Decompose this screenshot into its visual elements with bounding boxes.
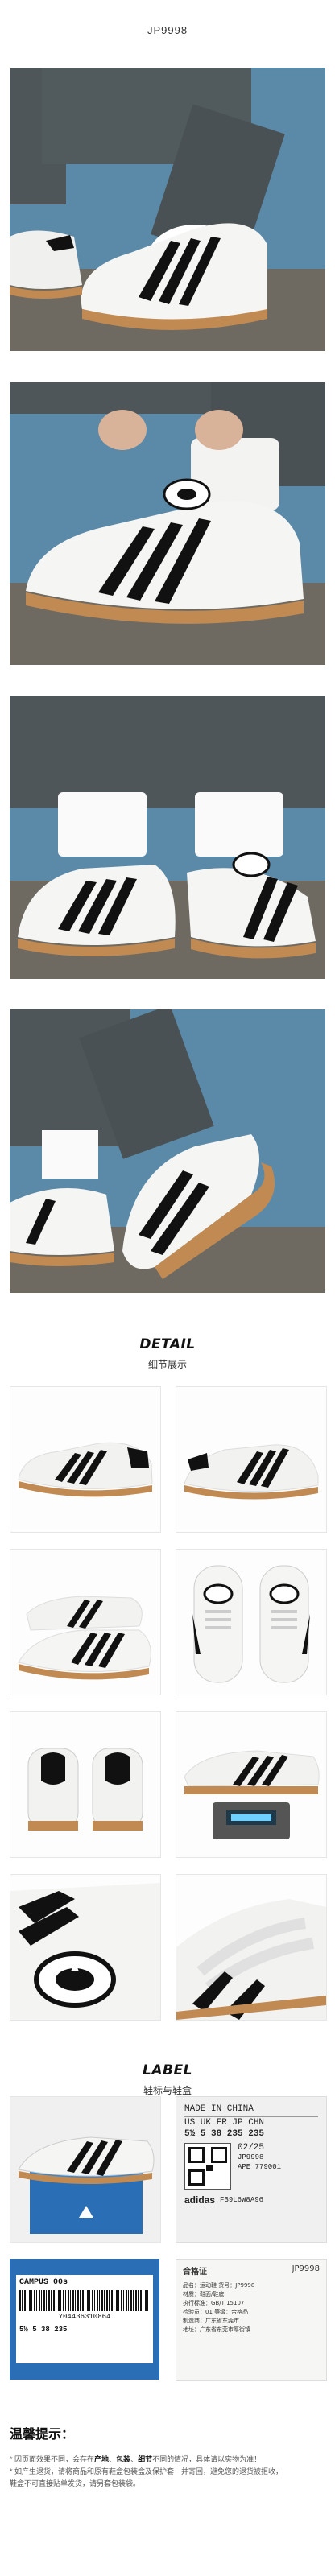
made-in-text: MADE IN CHINA (184, 2104, 254, 2114)
notes-keyword-package: 包装 (116, 2455, 131, 2463)
cert-line: 检验员：01 等级：合格品 (183, 2309, 249, 2315)
adidas-logo-text: adidas (184, 2194, 216, 2206)
detail-photo-scale (176, 1711, 327, 1858)
label-code-1: JP9998 (238, 2153, 264, 2161)
detail-photo-side-right (176, 1386, 327, 1533)
notes-keyword-detail: 细节 (138, 2455, 153, 2463)
detail-photo-side-left (10, 1386, 161, 1533)
detail-photo-top (176, 1549, 327, 1695)
certificate-card: 合格证 JP9998 品名：运动鞋 货号：JP9998 材质：鞋面/鞋底 执行标… (176, 2259, 327, 2381)
tongue-size-label: MADE IN CHINA US UK FR JP CHN 5½ 5 38 23… (176, 2096, 327, 2243)
notes-line-2: * 如产生退货，请将商品和原有鞋盒包装盒及保护套一并寄回，避免您的退货被拒收， (10, 2467, 283, 2475)
detail-photo-pair (10, 1549, 161, 1695)
size-values: 5½ 5 38 235 235 (184, 2129, 265, 2139)
label-heading: LABEL 鞋标与鞋盒 (0, 2062, 335, 2097)
detail-photo-laces (176, 1874, 327, 2021)
shoe-and-box-photo (10, 2096, 161, 2243)
detail-title-zh: 细节展示 (147, 1359, 187, 1370)
hero-photo-4 (10, 1009, 325, 1293)
hero-photo-2 (10, 382, 325, 665)
box-label-photo: CAMPUS 00s Y04436310864 5½ 5 38 235 (10, 2259, 159, 2380)
detail-title-en: DETAIL (139, 1336, 196, 1352)
hero-photo-3 (10, 696, 325, 979)
size-header: US UK FR JP CHN (184, 2116, 318, 2128)
box-barcode-number: Y04436310864 (58, 2313, 111, 2321)
notes-line-1-suffix: 不同的情况，具体请以实物为准！ (152, 2455, 262, 2463)
label-code-2: APE 779001 (238, 2163, 282, 2171)
notes-line-1-prefix: * 因页面效果不同，会存在 (10, 2455, 95, 2463)
certificate-code: JP9998 (292, 2264, 320, 2273)
hero-photo-1 (10, 68, 325, 351)
qr-code-icon (184, 2143, 231, 2190)
box-size-row: 5½ 5 38 235 (19, 2326, 68, 2334)
label-title-zh: 鞋标与鞋盒 (143, 2085, 192, 2096)
notes-title: 温馨提示： (10, 2428, 75, 2442)
notes-line-3: 鞋盒不可直接贴单发货，请另套包装袋。 (10, 2479, 141, 2487)
detail-photo-tongue (10, 1874, 161, 2021)
notes-line-1: * 因页面效果不同，会存在产地、包装、细节不同的情况，具体请以实物为准！ (10, 2455, 262, 2463)
notes-section: 温馨提示： * 因页面效果不同，会存在产地、包装、细节不同的情况，具体请以实物为… (10, 2423, 325, 2490)
notes-keyword-origin: 产地 (94, 2455, 110, 2463)
certificate-title: 合格证 (183, 2268, 207, 2277)
label-date: 02/25 (238, 2143, 265, 2153)
label-title-en: LABEL (143, 2062, 192, 2079)
product-code: JP9998 (147, 24, 188, 36)
cert-line: 地址：广东省东莞市厚街镇 (183, 2326, 250, 2333)
label-code-3: FB9L6W8A96 (220, 2196, 264, 2204)
barcode-icon (19, 2290, 150, 2311)
detail-photo-heel (10, 1711, 161, 1858)
cert-line: 材质：鞋面/鞋底 (183, 2291, 225, 2297)
cert-line: 制造商：广东省东莞市 (183, 2318, 239, 2324)
detail-heading: DETAIL 细节展示 (0, 1336, 335, 1371)
box-model: CAMPUS 00s (19, 2278, 68, 2287)
cert-line: 执行标准：GB/T 15107 (183, 2300, 245, 2306)
cert-line: 品名：运动鞋 货号：JP9998 (183, 2282, 255, 2289)
